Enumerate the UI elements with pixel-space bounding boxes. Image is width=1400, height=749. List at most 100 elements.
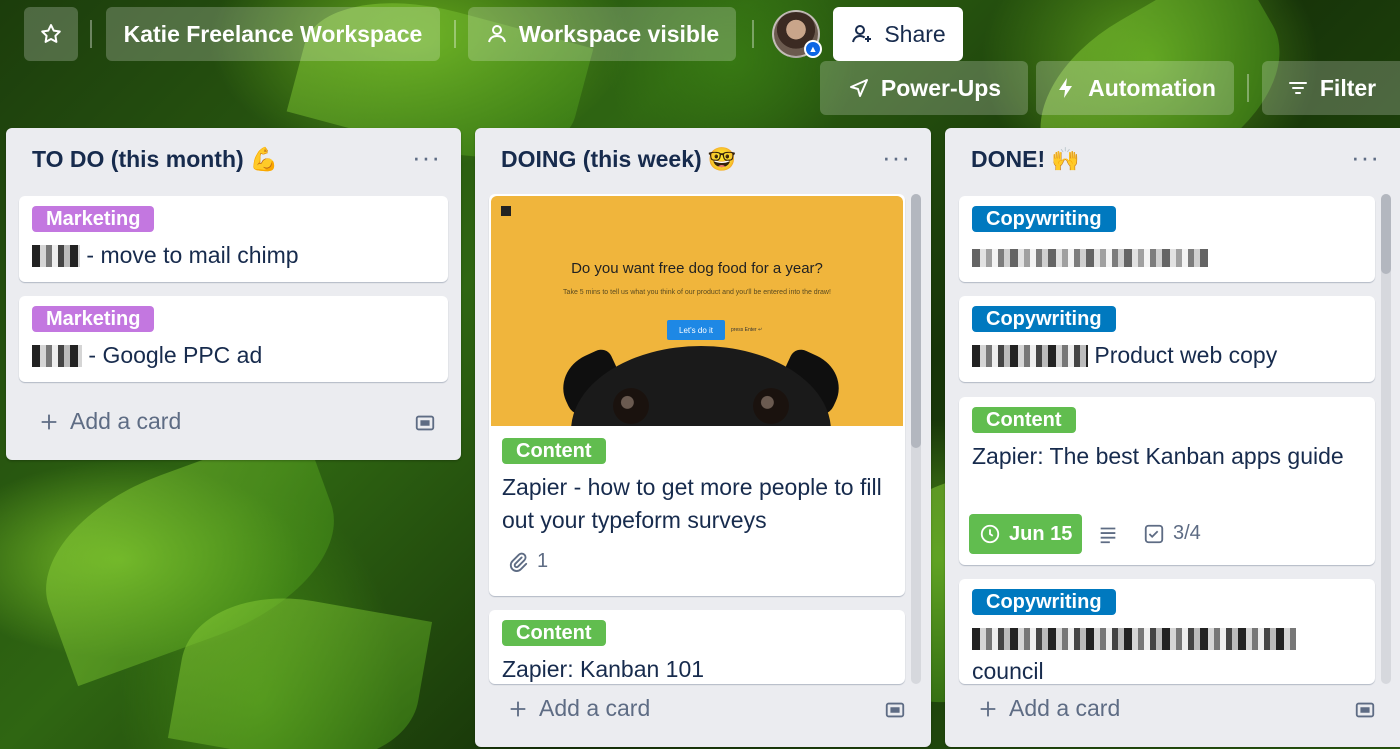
card-template-icon[interactable] bbox=[884, 699, 906, 721]
list-title[interactable]: TO DO (this month) 💪 bbox=[32, 146, 278, 173]
list-title[interactable]: DONE! 🙌 bbox=[971, 146, 1080, 173]
powerups-button[interactable]: Power-Ups bbox=[820, 61, 1028, 115]
filter-button[interactable]: Filter bbox=[1262, 61, 1400, 115]
cover-subtext: Take 5 mins to tell us what you think of… bbox=[563, 289, 831, 296]
filter-icon bbox=[1288, 82, 1307, 94]
card-title: - move to mail chimp bbox=[32, 239, 299, 272]
list-emoji: 🤓 bbox=[707, 146, 737, 172]
card[interactable]: Content Zapier: The best Kanban apps gui… bbox=[959, 397, 1375, 565]
cover-headline: Do you want free dog food for a year? bbox=[571, 260, 823, 277]
card-title-text: Product web copy bbox=[1094, 342, 1278, 368]
card-title-text: - Google PPC ad bbox=[88, 342, 263, 368]
add-card-label: Add a card bbox=[1009, 695, 1121, 721]
divider bbox=[90, 20, 92, 48]
redacted-text bbox=[972, 628, 1296, 650]
card-title: council bbox=[972, 622, 1362, 684]
card-title-text: council bbox=[972, 658, 1044, 684]
automation-label: Automation bbox=[1088, 74, 1216, 101]
card-label: Copywriting bbox=[972, 589, 1116, 615]
lightning-icon bbox=[1059, 78, 1073, 98]
add-card-button[interactable]: Add a card bbox=[977, 695, 1120, 722]
card-title: Zapier: Kanban 101 bbox=[502, 656, 705, 682]
attachment-count: 1 bbox=[537, 550, 549, 572]
card-title: Product web copy bbox=[972, 339, 1277, 372]
powerups-label: Power-Ups bbox=[880, 74, 1002, 101]
card-label: Content bbox=[502, 620, 606, 646]
due-date-badge[interactable]: Jun 15 bbox=[969, 514, 1083, 554]
checklist-badge: 3/4 bbox=[1143, 522, 1201, 545]
add-card-label: Add a card bbox=[70, 408, 182, 434]
list-emoji: 🙌 bbox=[1051, 146, 1080, 172]
cover-cta-note: press Enter ↵ bbox=[731, 327, 763, 333]
cover-cta: Let's do it bbox=[667, 320, 725, 340]
star-button[interactable] bbox=[24, 7, 78, 61]
plus-icon bbox=[41, 414, 57, 429]
automation-button[interactable]: Automation bbox=[1036, 61, 1234, 115]
list-title-text: DONE! bbox=[971, 146, 1046, 172]
description-icon bbox=[1100, 527, 1116, 544]
card-title: - Google PPC ad bbox=[32, 339, 262, 372]
card-title: Zapier: The best Kanban apps guide bbox=[972, 443, 1344, 469]
redacted-text bbox=[32, 245, 80, 267]
list-todo: TO DO (this month) 💪 ··· Marketing - mov… bbox=[6, 128, 461, 460]
card[interactable]: Copywriting council bbox=[959, 579, 1375, 684]
rocket-icon bbox=[849, 79, 868, 97]
list-menu-button[interactable]: ··· bbox=[1351, 142, 1380, 173]
list-done: DONE! 🙌 ··· Copywriting Copywriting Prod… bbox=[945, 128, 1400, 747]
admin-badge-icon: ▲ bbox=[804, 40, 822, 58]
share-button[interactable]: Share bbox=[833, 7, 963, 61]
card-template-icon[interactable] bbox=[414, 412, 436, 434]
share-label: Share bbox=[884, 20, 946, 47]
card-label: Content bbox=[502, 438, 606, 464]
card-label: Marketing bbox=[32, 206, 155, 232]
card[interactable]: Do you want free dog food for a year? Ta… bbox=[489, 194, 905, 596]
people-icon bbox=[487, 25, 506, 43]
plus-icon bbox=[510, 701, 526, 716]
workspace-button[interactable]: Katie Freelance Workspace bbox=[106, 7, 440, 61]
star-icon bbox=[41, 24, 61, 43]
list-menu-button[interactable]: ··· bbox=[412, 142, 441, 173]
card-cover-image: Do you want free dog food for a year? Ta… bbox=[491, 196, 903, 426]
filter-label: Filter bbox=[1319, 74, 1377, 101]
visibility-button[interactable]: Workspace visible bbox=[468, 7, 736, 61]
clock-icon bbox=[980, 524, 1000, 544]
card[interactable]: Content Zapier: Kanban 101 bbox=[489, 610, 905, 684]
card-label: Copywriting bbox=[972, 206, 1116, 232]
scrollbar-thumb[interactable] bbox=[1381, 194, 1391, 274]
list-menu-button[interactable]: ··· bbox=[882, 142, 911, 173]
redacted-text bbox=[32, 345, 82, 367]
list-emoji: 💪 bbox=[249, 146, 279, 172]
plus-icon bbox=[980, 701, 996, 716]
add-person-icon bbox=[852, 25, 872, 43]
card-title bbox=[972, 239, 1208, 272]
attachment-badge: 1 bbox=[507, 550, 548, 573]
scrollbar-thumb[interactable] bbox=[911, 194, 921, 448]
list-title-text: DOING (this week) bbox=[501, 146, 702, 172]
divider bbox=[454, 20, 456, 48]
add-card-button[interactable]: Add a card bbox=[38, 408, 181, 435]
dog-logo-icon bbox=[501, 206, 511, 216]
redacted-text bbox=[972, 249, 1208, 267]
workspace-name: Katie Freelance Workspace bbox=[123, 20, 423, 47]
card[interactable]: Copywriting bbox=[959, 196, 1375, 282]
card[interactable]: Copywriting Product web copy bbox=[959, 296, 1375, 382]
card-template-icon[interactable] bbox=[1354, 699, 1376, 721]
add-card-button[interactable]: Add a card bbox=[507, 695, 650, 722]
card[interactable]: Marketing - Google PPC ad bbox=[19, 296, 448, 382]
visibility-label: Workspace visible bbox=[518, 20, 720, 47]
card-label: Copywriting bbox=[972, 306, 1116, 332]
card-title: Zapier - how to get more people to fill … bbox=[502, 474, 882, 533]
divider bbox=[1247, 74, 1249, 102]
due-date: Jun 15 bbox=[1009, 522, 1073, 545]
checklist-count: 3/4 bbox=[1173, 522, 1201, 544]
list-title[interactable]: DOING (this week) 🤓 bbox=[501, 146, 736, 173]
list-doing: DOING (this week) 🤓 ··· Do you want free… bbox=[475, 128, 931, 747]
pug-eye bbox=[753, 388, 789, 424]
avatar[interactable]: ▲ bbox=[772, 10, 822, 58]
paperclip-icon bbox=[509, 552, 528, 572]
card[interactable]: Marketing - move to mail chimp bbox=[19, 196, 448, 282]
card-title-text: - move to mail chimp bbox=[86, 242, 299, 268]
redacted-text bbox=[972, 345, 1088, 367]
list-title-text: TO DO (this month) bbox=[32, 146, 244, 172]
card-label: Content bbox=[972, 407, 1076, 433]
